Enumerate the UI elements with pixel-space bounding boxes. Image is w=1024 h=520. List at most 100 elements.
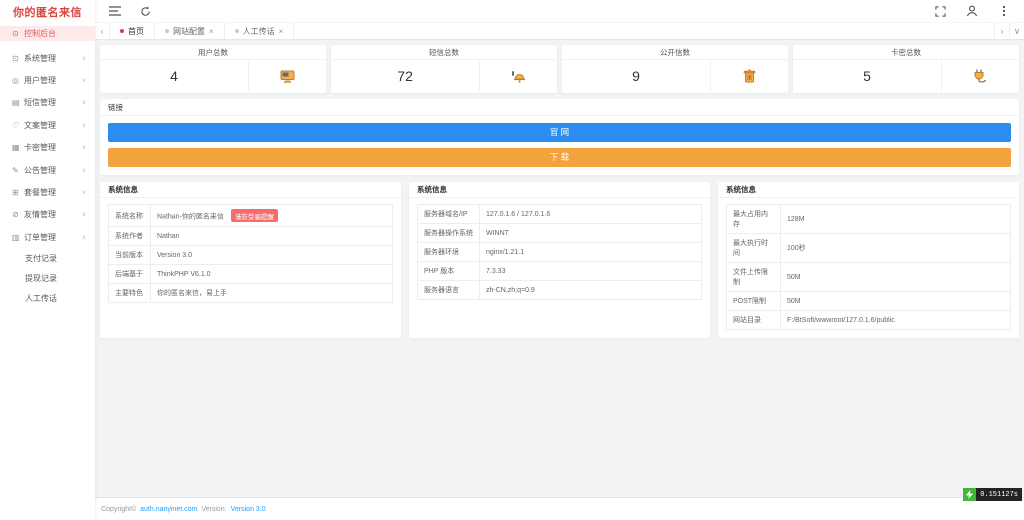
stat-value: 9 — [562, 60, 711, 92]
sidebar-item-system[interactable]: ⊡ 系统管理 ∨ — [0, 47, 95, 69]
table-row: 系统作者 Nathan — [109, 227, 393, 246]
pencil-icon: ✎ — [12, 166, 24, 175]
row-value: 100秒 — [781, 234, 1011, 263]
top-bar — [95, 0, 1024, 22]
avatar-icon[interactable] — [964, 3, 980, 19]
row-value: 127.0.1.6 / 127.0.1.6 — [480, 205, 702, 224]
row-value: Nathan-你的匿名来信谨防受骗提醒 — [151, 205, 393, 227]
bell-icon — [480, 60, 557, 92]
chevron-down-icon: ∨ — [82, 122, 86, 129]
sidebar-item-label: 公告管理 — [24, 165, 56, 176]
sidebar-subitem-manual-message[interactable]: 人工传话 — [0, 289, 95, 309]
trace-badge: 0.151127s — [963, 488, 1022, 501]
tab-manual-message[interactable]: 人工传话 × — [225, 23, 295, 39]
row-value: 50M — [781, 292, 1011, 311]
sidebar-item-cards[interactable]: ▦ 卡密管理 ∨ — [0, 137, 95, 159]
trace-time: 0.151127s — [976, 488, 1022, 501]
tab-label: 首页 — [128, 26, 144, 37]
stat-title: 用户总数 — [100, 45, 326, 60]
chevron-down-icon: ∨ — [82, 167, 86, 174]
tabs-scroll-left[interactable]: ‹ — [95, 23, 110, 39]
stat-card-sms: 短信总数 72 — [331, 45, 557, 93]
row-label: POST限制 — [727, 292, 781, 311]
row-label: 文件上传限制 — [727, 263, 781, 292]
row-label: 网站目录 — [727, 311, 781, 330]
table-row: 服务器环境 nginx/1.21.1 — [418, 243, 702, 262]
sidebar-item-label: 友情管理 — [24, 209, 56, 220]
sidebar-item-dashboard[interactable]: ⊙ 控制后台 — [0, 26, 95, 41]
stat-value: 4 — [100, 60, 249, 92]
tab-home[interactable]: 首页 — [110, 23, 155, 39]
footer-version-link[interactable]: Version 3.0 — [231, 506, 266, 513]
sidebar-item-label: 卡密管理 — [24, 142, 56, 153]
sidebar-item-packages[interactable]: ⊞ 套餐管理 ∨ — [0, 181, 95, 203]
chevron-down-icon: ∨ — [82, 211, 86, 218]
close-icon[interactable]: × — [279, 27, 284, 36]
links-panel: 链接 官 网 下 载 — [100, 99, 1019, 175]
trace-lightning-icon[interactable] — [963, 488, 976, 501]
stat-title: 公开信数 — [562, 45, 788, 60]
official-site-button[interactable]: 官 网 — [108, 123, 1011, 142]
sidebar-item-friendlinks[interactable]: ⊘ 友情管理 ∨ — [0, 204, 95, 226]
tab-label: 人工传话 — [243, 26, 275, 37]
table-row: 服务器域名/IP 127.0.1.6 / 127.0.1.6 — [418, 205, 702, 224]
row-value: ThinkPHP V6.1.0 — [151, 265, 393, 284]
footer: Copyright© auth.nanyinet.com Version: Ve… — [95, 497, 1024, 520]
computer-icon — [249, 60, 326, 92]
tabs-scroll-right[interactable]: › — [994, 23, 1009, 39]
table-row: PHP 版本 7.3.33 — [418, 262, 702, 281]
panel-title: 系统信息 — [100, 182, 401, 198]
sidebar-item-users[interactable]: ◎ 用户管理 ∨ — [0, 69, 95, 91]
stat-value: 5 — [793, 60, 942, 92]
table-row: 文件上传限制 50M — [727, 263, 1011, 292]
table-row: 当前版本 Version 3.0 — [109, 246, 393, 265]
dashboard-icon: ⊙ — [12, 29, 24, 38]
close-icon[interactable]: × — [209, 27, 214, 36]
sidebar-subitem-withdrawals[interactable]: 提现记录 — [0, 269, 95, 289]
table-row: 服务器语言 zh-CN,zh;q=0.9 — [418, 281, 702, 300]
links-panel-title: 链接 — [100, 99, 1019, 116]
tab-active-dot — [120, 29, 124, 33]
warning-badge: 谨防受骗提醒 — [231, 209, 278, 222]
content-area: 用户总数 4 短信总数 72 — [95, 41, 1024, 497]
stat-card-public-letters: 公开信数 9 — [562, 45, 788, 93]
sidebar: 你的匿名来信 ⊙ 控制后台 ⊡ 系统管理 ∨ ◎ 用户管理 ∨ ▤ 短信管理 ∨… — [0, 0, 95, 520]
download-button[interactable]: 下 载 — [108, 148, 1011, 167]
sidebar-item-notices[interactable]: ✎ 公告管理 ∨ — [0, 159, 95, 181]
tabs-dropdown[interactable]: ∨ — [1009, 23, 1024, 39]
row-value: F:/BtSoft/wwwroot/127.0.1.6/public — [781, 311, 1011, 330]
sidebar-subitem-payments[interactable]: 支付记录 — [0, 249, 95, 269]
system-icon: ⊡ — [12, 54, 24, 63]
system-info-panel-app: 系统信息 系统名称 Nathan-你的匿名来信谨防受骗提醒 系统作者 Natha… — [100, 182, 401, 338]
row-label: 服务器语言 — [418, 281, 480, 300]
row-label: 服务器域名/IP — [418, 205, 480, 224]
row-value: zh-CN,zh;q=0.9 — [480, 281, 702, 300]
footer-domain-link[interactable]: auth.nanyinet.com — [140, 506, 197, 513]
sidebar-item-sms[interactable]: ▤ 短信管理 ∨ — [0, 92, 95, 114]
fullscreen-icon[interactable] — [932, 3, 948, 19]
sidebar-item-label: 用户管理 — [24, 75, 56, 86]
more-options-icon[interactable] — [996, 3, 1012, 19]
sidebar-item-articles[interactable]: ♡ 文案管理 ∨ — [0, 114, 95, 136]
tab-site-config[interactable]: 网站配置 × — [155, 23, 225, 39]
sidebar-item-label: 短信管理 — [24, 97, 56, 108]
row-value: Version 3.0 — [151, 246, 393, 265]
row-label: 后端基于 — [109, 265, 151, 284]
tab-dot — [165, 29, 169, 33]
trash-icon — [711, 60, 788, 92]
row-label: 最大执行时间 — [727, 234, 781, 263]
grid-icon: ⊞ — [12, 188, 24, 197]
stat-card-card-keys: 卡密总数 5 — [793, 45, 1019, 93]
plug-icon — [942, 60, 1019, 92]
heart-icon: ♡ — [12, 121, 24, 130]
chevron-down-icon: ∨ — [82, 77, 86, 84]
hamburger-menu-icon[interactable] — [107, 3, 123, 19]
chevron-down-icon: ∨ — [82, 144, 86, 151]
refresh-icon[interactable] — [137, 3, 153, 19]
table-row: 服务器操作系统 WINNT — [418, 224, 702, 243]
main-area: ‹ 首页 网站配置 × 人工传话 × › ∨ — [95, 0, 1024, 520]
app-root: 你的匿名来信 ⊙ 控制后台 ⊡ 系统管理 ∨ ◎ 用户管理 ∨ ▤ 短信管理 ∨… — [0, 0, 1024, 520]
stat-title: 卡密总数 — [793, 45, 1019, 60]
sidebar-item-orders[interactable]: ▥ 订单管理 ∧ — [0, 226, 95, 248]
row-label: 当前版本 — [109, 246, 151, 265]
